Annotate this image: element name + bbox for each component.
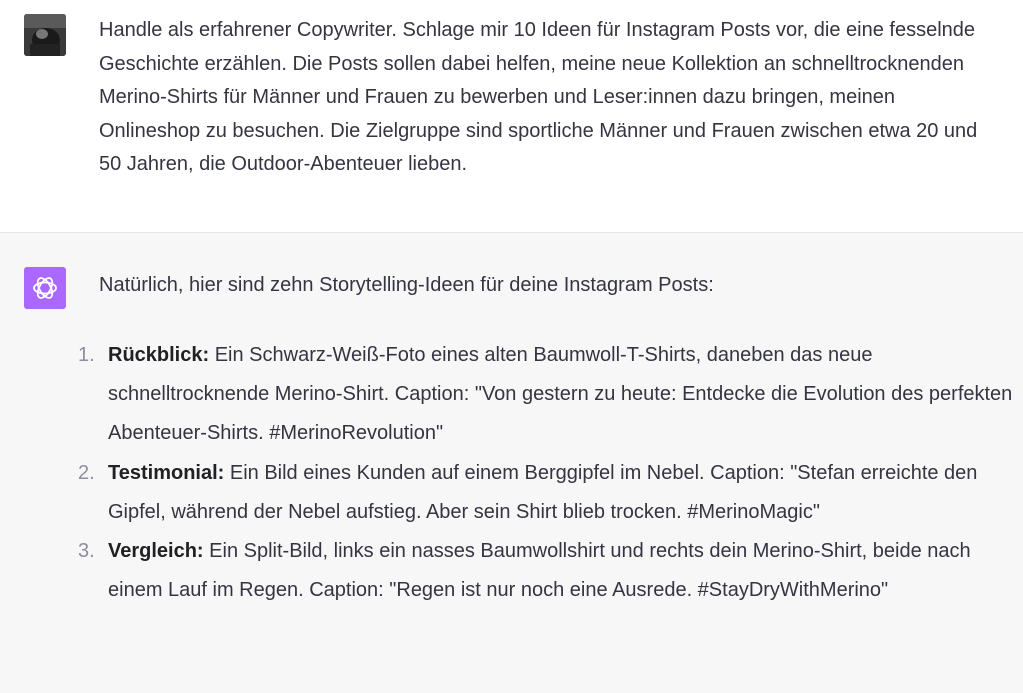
- assistant-message: Natürlich, hier sind zehn Storytelling-I…: [0, 233, 1023, 693]
- list-item: 1. Rückblick: Ein Schwarz-Weiß-Foto eine…: [60, 336, 1015, 454]
- list-item: 3. Vergleich: Ein Split-Bild, links ein …: [60, 532, 1015, 610]
- list-item-title: Testimonial:: [108, 461, 225, 484]
- list-item-title: Vergleich:: [108, 540, 204, 563]
- list-item-number: 3.: [78, 540, 95, 563]
- list-item: 2. Testimonial: Ein Bild eines Kunden au…: [60, 454, 1015, 532]
- user-avatar-photo-icon: [24, 14, 66, 56]
- openai-logo-icon: [33, 277, 57, 299]
- list-item-number: 1.: [78, 344, 95, 366]
- ideas-list: 1. Rückblick: Ein Schwarz-Weiß-Foto eine…: [60, 336, 1015, 610]
- user-message-text: Handle als erfahrener Copywriter. Schlag…: [99, 19, 978, 175]
- assistant-intro: Natürlich, hier sind zehn Storytelling-I…: [99, 274, 714, 296]
- list-item-number: 2.: [78, 461, 95, 484]
- list-item-body: Ein Split-Bild, links ein nasses Baumwol…: [108, 540, 971, 602]
- user-message: Handle als erfahrener Copywriter. Schlag…: [0, 0, 1023, 233]
- assistant-avatar: [24, 267, 66, 309]
- list-item-body: Ein Schwarz-Weiß-Foto eines alten Baumwo…: [108, 344, 1013, 445]
- user-avatar: [24, 14, 66, 56]
- list-item-title: Rückblick:: [108, 344, 210, 366]
- list-item-body: Ein Bild eines Kunden auf einem Berggipf…: [108, 461, 978, 523]
